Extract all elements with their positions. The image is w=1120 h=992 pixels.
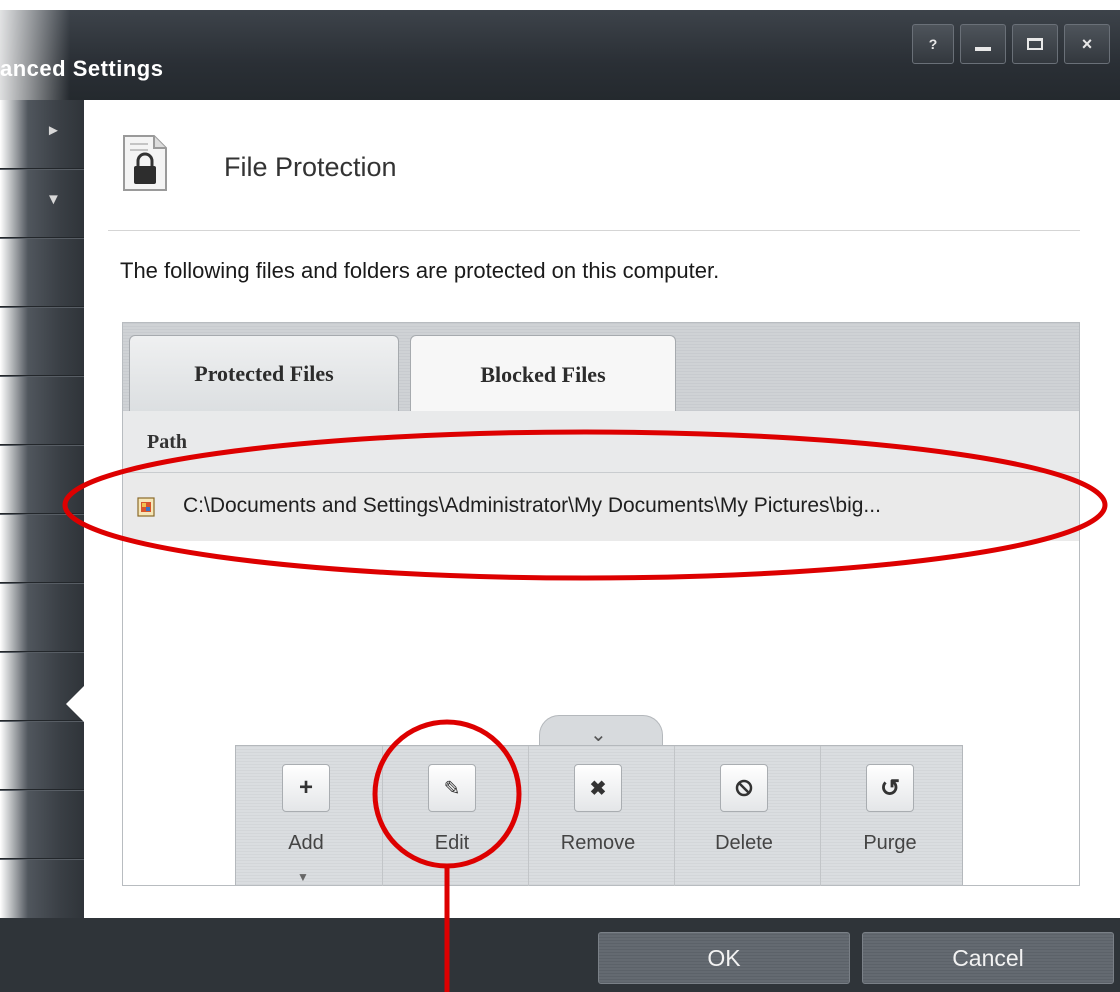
close-button[interactable]: × bbox=[1064, 24, 1110, 64]
file-protection-panel: File Protection The following files and … bbox=[84, 100, 1120, 918]
advanced-settings-window: anced Settings ? × ► ▼ File Protection T… bbox=[0, 0, 1120, 992]
x-icon: ✖ bbox=[574, 764, 622, 812]
file-actions-toolbar: + Add ▼ ✎ Edit ✖ Remove Delete ↺ Purge bbox=[235, 745, 966, 886]
table-header: Path bbox=[123, 411, 1079, 473]
settings-sidebar: ► ▼ bbox=[0, 100, 84, 992]
pencil-icon: ✎ bbox=[428, 764, 476, 812]
plus-icon: + bbox=[282, 764, 330, 812]
sidebar-item[interactable] bbox=[0, 583, 84, 652]
page-description: The following files and folders are prot… bbox=[120, 258, 720, 283]
window-controls: ? × bbox=[906, 24, 1110, 64]
add-button[interactable]: + Add ▼ bbox=[236, 746, 383, 886]
help-button[interactable]: ? bbox=[912, 24, 954, 64]
collapse-arrow-icon: ▼ bbox=[46, 191, 61, 208]
chevron-down-icon: ⌄ bbox=[590, 724, 607, 746]
sidebar-item[interactable] bbox=[0, 445, 84, 514]
cancel-button[interactable]: Cancel bbox=[862, 932, 1114, 984]
divider bbox=[108, 230, 1080, 231]
window-title: anced Settings bbox=[0, 56, 164, 81]
sidebar-item[interactable] bbox=[0, 238, 84, 307]
sidebar-item[interactable] bbox=[0, 721, 84, 790]
sidebar-item[interactable] bbox=[0, 307, 84, 376]
page-title: File Protection bbox=[224, 152, 397, 182]
ok-button[interactable]: OK bbox=[598, 932, 850, 984]
title-bar: anced Settings ? × bbox=[0, 10, 1120, 100]
delete-button[interactable]: Delete bbox=[674, 746, 821, 886]
sidebar-item[interactable] bbox=[0, 790, 84, 859]
dialog-footer: OK Cancel bbox=[0, 918, 1120, 992]
expand-arrow-icon: ► bbox=[46, 122, 61, 139]
column-header-path[interactable]: Path bbox=[147, 431, 187, 454]
remove-button[interactable]: ✖ Remove bbox=[528, 746, 675, 886]
ban-icon bbox=[720, 764, 768, 812]
ban-glyph bbox=[735, 779, 753, 797]
table-row[interactable]: C:\Documents and Settings\Administrator\… bbox=[123, 473, 1079, 541]
purge-label: Purge bbox=[863, 832, 917, 854]
edit-button[interactable]: ✎ Edit bbox=[382, 746, 529, 886]
add-label: Add bbox=[288, 832, 324, 854]
minimize-icon bbox=[975, 47, 991, 51]
selection-pointer bbox=[66, 684, 86, 724]
edit-label: Edit bbox=[434, 832, 470, 854]
sidebar-item[interactable]: ▼ bbox=[0, 169, 84, 238]
tab-strip: Protected Files Blocked Files bbox=[123, 323, 1079, 413]
tab-blocked-files[interactable]: Blocked Files bbox=[410, 335, 676, 413]
files-tab-panel: Protected Files Blocked Files Path C:\Do… bbox=[122, 322, 1080, 886]
refresh-icon: ↺ bbox=[866, 764, 914, 812]
sidebar-item[interactable]: ► bbox=[0, 100, 84, 169]
maximize-button[interactable] bbox=[1012, 24, 1058, 64]
minimize-button[interactable] bbox=[960, 24, 1006, 64]
delete-label: Delete bbox=[715, 832, 773, 854]
purge-button[interactable]: ↺ Purge bbox=[820, 746, 966, 886]
sidebar-item[interactable] bbox=[0, 514, 84, 583]
maximize-icon bbox=[1027, 38, 1043, 50]
sidebar-item[interactable] bbox=[0, 376, 84, 445]
image-file-icon bbox=[137, 497, 155, 517]
file-lock-icon bbox=[123, 135, 167, 191]
remove-label: Remove bbox=[560, 832, 636, 854]
tab-protected-files[interactable]: Protected Files bbox=[129, 335, 399, 411]
file-path-cell: C:\Documents and Settings\Administrator\… bbox=[183, 494, 881, 517]
dropdown-caret-icon: ▼ bbox=[297, 870, 309, 884]
